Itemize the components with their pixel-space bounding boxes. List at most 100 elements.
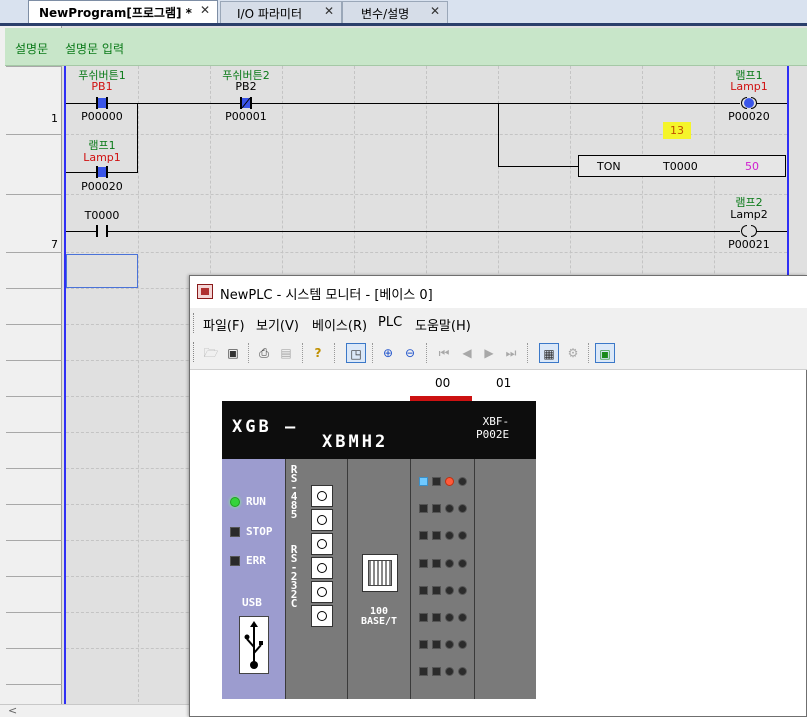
separator [588,343,589,363]
terminal-screw-icon [311,485,333,507]
io-led-icon [432,531,441,540]
close-icon[interactable]: ✕ [200,3,210,17]
separator [302,343,303,363]
window-titlebar[interactable]: NewPLC - 시스템 모니터 - [베이스 0] [190,276,807,308]
divider [6,288,62,289]
coil[interactable] [741,97,757,109]
horizontal-scrollbar[interactable]: < [0,704,190,717]
led-label: ERR [246,554,266,567]
menu-help[interactable]: 도움말(H) [415,315,471,334]
io-led-icon [419,559,428,568]
plc-expansion-model: XBF- P002E [476,415,509,441]
timer-type: TON [597,160,621,173]
close-icon[interactable]: ✕ [430,4,440,18]
monitor-icon[interactable]: ◳ [346,343,366,363]
terminal-screw-icon [311,605,333,627]
contact-no[interactable] [96,225,108,237]
close-icon[interactable]: ✕ [324,4,334,18]
save-icon[interactable]: ▣ [223,343,243,363]
io-led-icon [445,504,454,513]
first-icon[interactable]: ⏮ [434,343,454,363]
contact-no[interactable] [96,97,108,109]
contact-address: P00000 [81,110,123,123]
io-led-icon [458,559,467,568]
coil-address: P00020 [728,110,770,123]
last-icon[interactable]: ⏭ [501,343,521,363]
help-icon[interactable]: ? [308,343,328,363]
wire [108,231,740,232]
wire [498,103,499,166]
wire [66,172,96,173]
module-icon[interactable]: ▣ [595,343,615,363]
toolbar-grip [193,342,195,362]
io-led-icon [432,559,441,568]
expansion-slot-01[interactable] [474,459,536,699]
io-led-icon [445,586,454,595]
io-led-icon [419,586,428,595]
plc-module[interactable]: XGB — XBMH2 XBF- P002E RUN STOP ERR USB [222,401,536,699]
wire [66,231,96,232]
plc-model-main: XBMH2 [322,432,389,452]
contact-nc[interactable] [240,97,252,109]
wire [108,172,138,173]
grid-line [66,252,787,253]
tab-variables[interactable]: 변수/설명 ✕ [342,1,448,23]
separator [426,343,427,363]
usb-icon [239,616,269,674]
zoom-out-icon[interactable]: ⊖ [400,343,420,363]
io-led-icon [458,667,467,676]
divider [6,252,62,253]
base-info-icon[interactable]: ▦ [539,343,559,363]
model-line: XBF- [482,415,510,428]
io-led-icon [445,640,454,649]
tab-newprogram[interactable]: NewProgram[프로그램] * ✕ [28,0,218,24]
rung-number-column [0,26,62,717]
io-led-icon [458,640,467,649]
menu-file[interactable]: 파일(F) [203,315,245,334]
zoom-in-icon[interactable]: ⊕ [378,343,398,363]
io-led-icon [458,586,467,595]
menu-bar: 파일(F) 보기(V) 베이스(R) PLC 도움말(H) [190,308,807,337]
divider [6,612,62,613]
print-icon[interactable]: ⎙ [254,343,274,363]
window-title: NewPLC - 시스템 모니터 - [베이스 0] [220,288,433,303]
coil-address: P00021 [728,238,770,251]
scroll-left-icon[interactable]: < [8,704,17,717]
terminal-screw-icon [311,557,333,579]
settings-icon[interactable]: ⚙ [563,343,583,363]
io-led-icon [445,531,454,540]
tab-label: NewProgram[프로그램] * [39,6,192,20]
edit-cursor[interactable] [66,254,138,288]
divider [6,396,62,397]
coil[interactable] [741,225,757,237]
io-led-section [410,459,474,699]
prev-icon[interactable]: ◀ [457,343,477,363]
divider [6,360,62,361]
print-preview-icon[interactable]: ▤ [276,343,296,363]
menu-plc[interactable]: PLC [378,315,402,330]
next-icon[interactable]: ▶ [479,343,499,363]
wire [108,103,240,104]
timer-instruction[interactable]: TON T0000 50 [578,155,786,177]
ethernet-type: BASE/T [360,616,398,627]
divider [6,540,62,541]
io-led-icon [445,559,454,568]
menu-base[interactable]: 베이스(R) [312,315,367,334]
io-led-icon [458,531,467,540]
contact-address: P00001 [225,110,267,123]
serial-comm-section: RS-485 RS-232C [285,459,347,699]
divider [6,504,62,505]
terminal-screw-icon [311,509,333,531]
comment-row[interactable]: 설명문 설명문 입력 [5,28,807,66]
menu-view[interactable]: 보기(V) [256,315,299,334]
tab-io-parameter[interactable]: I/O 파라미터 ✕ [220,1,342,23]
divider [6,648,62,649]
system-monitor-window[interactable]: NewPLC - 시스템 모니터 - [베이스 0] 파일(F) 보기(V) 베… [189,275,807,717]
terminal-screw-icon [311,581,333,603]
comment-label: 설명문 [15,42,49,56]
divider [6,194,62,195]
contact-no[interactable] [96,166,108,178]
comment-input[interactable]: 설명문 입력 [65,40,124,57]
open-icon[interactable]: 🗁 [201,343,221,363]
slot-number: 01 [496,376,512,390]
